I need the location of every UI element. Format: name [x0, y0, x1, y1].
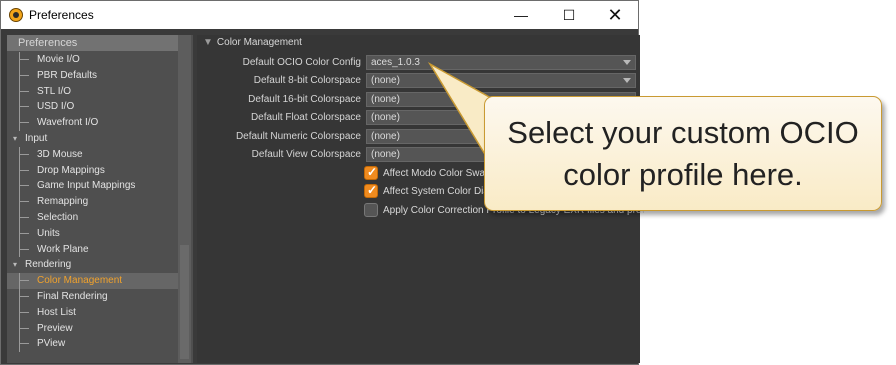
field-value: (none)	[371, 112, 400, 123]
sidebar-item-label: STL I/O	[37, 85, 72, 97]
sidebar-item-pbr-defaults[interactable]: PBR Defaults	[7, 67, 179, 84]
sidebar-item-label: Preview	[37, 322, 73, 334]
sidebar-item-label: Input	[25, 132, 48, 144]
sidebar-header: Preferences	[7, 35, 179, 51]
tree-connector-icon	[19, 295, 29, 297]
sidebar-item-label: Work Plane	[37, 243, 89, 255]
sidebar-item-label: Game Input Mappings	[37, 180, 136, 192]
default-view-colorspace-label: Default View Colorspace	[251, 149, 361, 160]
tree-connector-icon	[19, 90, 29, 92]
close-button[interactable]: ✕	[592, 1, 638, 29]
sidebar-scrollbar[interactable]	[178, 35, 191, 363]
sidebar-item-label: USD I/O	[37, 101, 75, 113]
tree-connector-icon	[19, 122, 29, 124]
chevron-down-icon	[623, 78, 631, 83]
sidebar-item-drop-mappings[interactable]: Drop Mappings	[7, 162, 179, 179]
check-icon: ✓	[367, 165, 378, 179]
field-value: (none)	[371, 94, 400, 105]
section-title: Color Management	[216, 37, 302, 48]
sidebar-item-movie-io[interactable]: Movie I/O	[7, 52, 179, 68]
tree-connector-icon	[19, 201, 29, 203]
maximize-button[interactable]: ☐	[546, 1, 592, 29]
field-value: (none)	[371, 149, 400, 160]
instruction-callout: Select your custom OCIO color profile he…	[484, 96, 882, 211]
field-value: (none)	[371, 75, 400, 86]
default-numeric-colorspace-label: Default Numeric Colorspace	[235, 131, 361, 142]
window-title: Preferences	[29, 8, 94, 22]
tree-connector-icon	[19, 311, 29, 313]
modo-app-icon	[9, 8, 23, 22]
section-header[interactable]: ▼ Color Management	[203, 37, 302, 48]
tree-connector-icon	[19, 248, 29, 250]
tree-connector-icon	[19, 185, 29, 187]
default-8-bit-colorspace-label: Default 8-bit Colorspace	[253, 75, 361, 86]
checkbox[interactable]	[364, 203, 378, 217]
preferences-tree: Movie I/O PBR Defaults STL I/O USD I/O W…	[7, 52, 179, 353]
tree-connector-icon	[19, 106, 29, 108]
checkbox[interactable]: ✓	[364, 183, 378, 198]
tree-connector-icon	[19, 169, 29, 171]
sidebar-item-label: Final Rendering	[37, 290, 108, 302]
chevron-down-icon	[623, 60, 631, 65]
sidebar-item-preview[interactable]: Preview	[7, 320, 179, 337]
sidebar-item-label: Movie I/O	[37, 54, 80, 65]
sidebar-item-label: Units	[37, 227, 60, 239]
ocio-config-dropdown[interactable]: aces_1.0.3	[366, 55, 636, 70]
sidebar-item-usd-io[interactable]: USD I/O	[7, 99, 179, 116]
collapse-icon[interactable]: ▾	[13, 261, 17, 269]
sidebar-item-label: Drop Mappings	[37, 164, 105, 176]
sidebar-item-wavefront-io[interactable]: Wavefront I/O	[7, 115, 179, 131]
field-value: (none)	[371, 131, 400, 142]
ocio-config-label: Default OCIO Color Config	[242, 57, 361, 68]
minimize-button[interactable]: —	[498, 1, 544, 29]
sidebar-item-host-list[interactable]: Host List	[7, 304, 179, 321]
sidebar-item-3d-mouse[interactable]: 3D Mouse	[7, 146, 179, 163]
sidebar-group-input[interactable]: ▾ Input	[7, 131, 179, 147]
checkbox[interactable]: ✓	[364, 165, 378, 180]
tree-connector-icon	[19, 153, 29, 155]
sidebar-group-rendering[interactable]: ▾ Rendering	[7, 257, 179, 273]
tree-connector-icon	[19, 232, 29, 234]
sidebar-item-label: PBR Defaults	[37, 69, 98, 81]
sidebar-item-units[interactable]: Units	[7, 225, 179, 242]
tree-connector-icon	[19, 327, 29, 329]
tree-connector-icon	[19, 59, 29, 60]
preferences-sidebar: Preferences Movie I/O PBR Defaults STL I…	[7, 35, 193, 363]
sidebar-item-pview[interactable]: PView	[7, 336, 179, 353]
title-bar: Preferences — ☐ ✕	[1, 1, 638, 29]
tree-connector-icon	[19, 280, 29, 282]
sidebar-item-color-management[interactable]: Color Management	[7, 273, 179, 289]
sidebar-item-game-input-mappings[interactable]: Game Input Mappings	[7, 178, 179, 195]
sidebar-item-remapping[interactable]: Remapping	[7, 194, 179, 210]
sidebar-item-selection[interactable]: Selection	[7, 209, 179, 226]
collapse-arrow-icon[interactable]: ▼	[203, 37, 213, 48]
sidebar-item-label: Wavefront I/O	[37, 117, 99, 129]
sidebar-item-label: 3D Mouse	[37, 148, 83, 160]
sidebar-item-work-plane[interactable]: Work Plane	[7, 241, 179, 258]
default-16-bit-colorspace-label: Default 16-bit Colorspace	[248, 94, 361, 105]
tree-connector-icon	[19, 216, 29, 218]
sidebar-item-label: Color Management	[37, 275, 123, 287]
sidebar-item-final-rendering[interactable]: Final Rendering	[7, 288, 179, 305]
default-float-colorspace-label: Default Float Colorspace	[250, 112, 361, 123]
field-value: aces_1.0.3	[371, 57, 420, 68]
tree-connector-icon	[19, 343, 29, 345]
collapse-icon[interactable]: ▾	[13, 134, 17, 143]
scrollbar-thumb[interactable]	[180, 245, 189, 359]
tree-connector-icon	[19, 74, 29, 76]
sidebar-item-stl-io[interactable]: STL I/O	[7, 83, 179, 100]
sidebar-item-label: Rendering	[25, 259, 72, 271]
check-icon: ✓	[367, 183, 378, 197]
default-8-bit-colorspace-dropdown[interactable]: (none)	[366, 73, 636, 88]
sidebar-item-label: Selection	[37, 211, 79, 223]
sidebar-item-label: Remapping	[37, 196, 89, 208]
sidebar-item-label: PView	[37, 338, 66, 350]
sidebar-item-label: Host List	[37, 306, 76, 318]
